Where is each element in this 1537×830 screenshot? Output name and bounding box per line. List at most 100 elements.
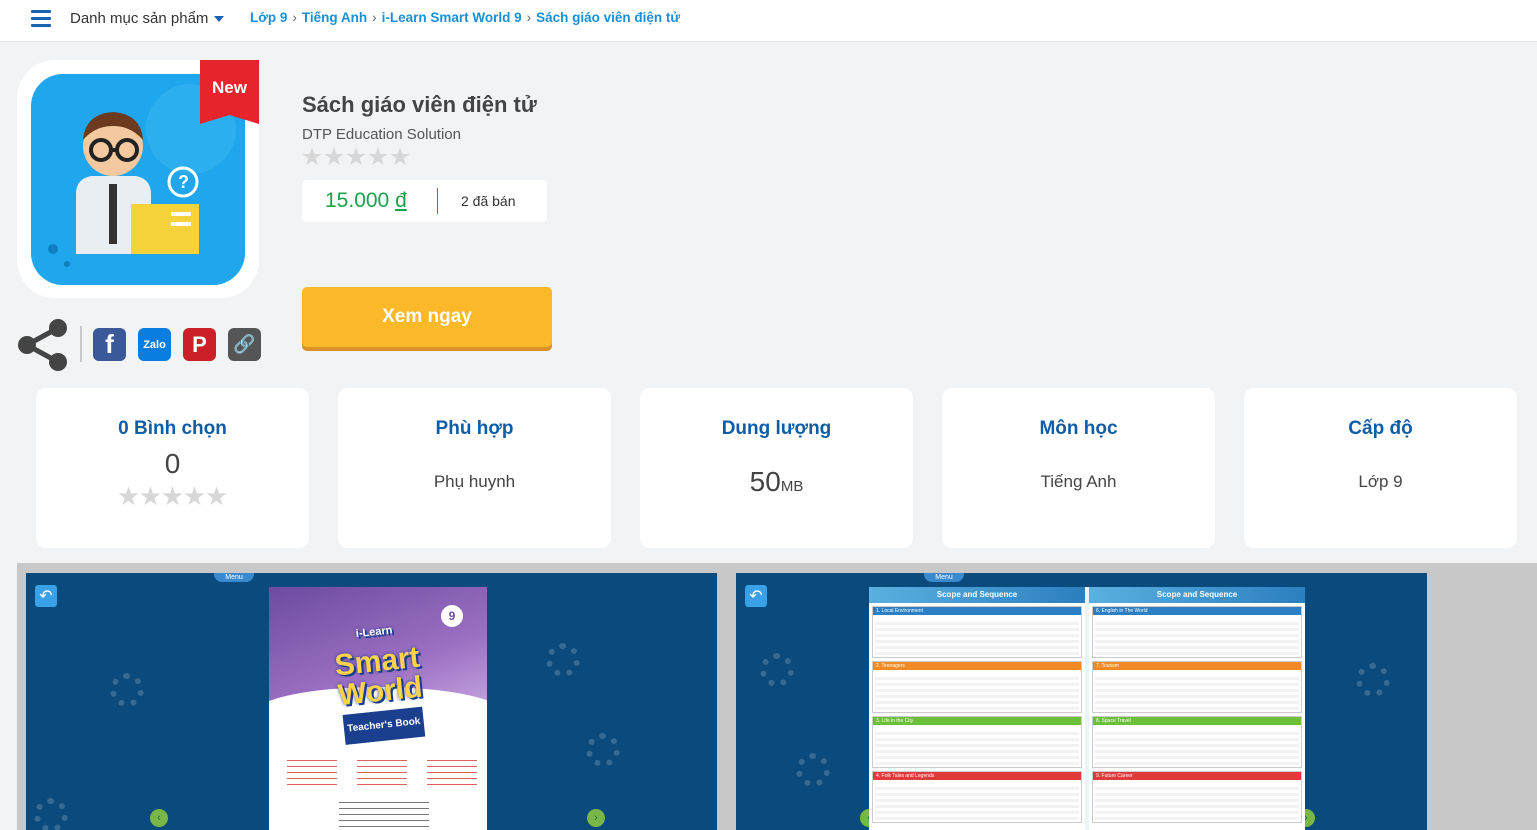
preview-viewer-scope[interactable]: Menu ↶ ‹ › Scope and Sequence 1. Local E…: [736, 573, 1427, 830]
facebook-icon[interactable]: f: [93, 328, 126, 361]
sold-count: 2 đã bán: [461, 193, 516, 209]
decorative-gear-icon: [1356, 663, 1390, 697]
star-icon: [118, 486, 139, 506]
unit-title: 6. English in The World: [1093, 607, 1301, 615]
breadcrumb-subject[interactable]: Tiếng Anh: [302, 10, 367, 25]
stat-size-unit: MB: [780, 478, 804, 495]
unit-title: 9. Future Career: [1093, 772, 1301, 780]
product-rating[interactable]: [302, 147, 410, 167]
unit-title: 7. Tourism: [1093, 662, 1301, 670]
chevron-right-icon: ›: [526, 10, 532, 25]
share-icon[interactable]: [17, 318, 69, 372]
cover-grade-badge: 9: [441, 605, 463, 627]
product-publisher: DTP Education Solution: [302, 126, 461, 143]
stat-level: Cấp độ Lớp 9: [1244, 388, 1517, 548]
decorative-gear-icon: [546, 643, 580, 677]
star-icon[interactable]: [324, 147, 344, 166]
spread-page-left: Scope and Sequence 1. Local Environment …: [869, 587, 1085, 830]
star-icon: [140, 486, 161, 506]
category-menu-label: Danh mục sản phẩm: [70, 10, 209, 27]
unit-title: 8. Space Travel: [1093, 717, 1301, 725]
back-arrow-icon[interactable]: ↶: [745, 585, 767, 607]
unit-block: 3. Life in the City: [872, 716, 1082, 768]
stat-level-label: Cấp độ: [1348, 418, 1413, 439]
unit-block: 8. Space Travel: [1092, 716, 1302, 768]
unit-block: 9. Future Career: [1092, 771, 1302, 823]
spread-heading: Scope and Sequence: [869, 587, 1085, 603]
share-divider: [80, 326, 82, 362]
decorative-gear-icon: [796, 753, 830, 787]
unit-title: 4. Folk Tales and Legends: [873, 772, 1081, 780]
stat-votes-label: 0 Bình chọn: [118, 418, 227, 439]
link-icon[interactable]: 🔗: [228, 328, 261, 361]
unit-title: 2. Teenagers: [873, 662, 1081, 670]
viewer-menu-tab[interactable]: Menu: [924, 573, 964, 582]
back-arrow-icon[interactable]: ↶: [35, 585, 57, 607]
product-title: Sách giáo viên điện tử: [302, 92, 537, 117]
breadcrumb-series[interactable]: i-Learn Smart World 9: [382, 10, 522, 25]
decorative-gear-icon: [34, 798, 68, 830]
unit-title: 1. Local Environment: [873, 607, 1081, 615]
chevron-right-icon: ›: [292, 10, 297, 25]
category-menu-button[interactable]: Danh mục sản phẩm: [70, 10, 225, 27]
stat-votes: 0 Bình chọn 0: [36, 388, 309, 548]
stat-votes-stars: [36, 486, 309, 507]
decorative-gear-icon: [586, 733, 620, 767]
unit-block: 7. Tourism: [1092, 661, 1302, 713]
cover-title: i-Learn Smart World Teacher's Book: [303, 610, 455, 748]
star-icon: [206, 486, 227, 506]
star-icon[interactable]: [390, 147, 410, 166]
star-icon: [184, 486, 205, 506]
scope-sequence-spread: Scope and Sequence 1. Local Environment …: [869, 587, 1305, 830]
stat-suitable: Phù hợp Phụ huynh: [338, 388, 611, 548]
zalo-label: Zalo: [143, 338, 166, 351]
price-currency: đ: [395, 189, 407, 212]
spread-page-right: Scope and Sequence 6. English in The Wor…: [1089, 587, 1305, 830]
previous-page-icon[interactable]: ‹: [150, 809, 168, 827]
viewer-menu-tab[interactable]: Menu: [214, 573, 254, 582]
preview-gallery: Menu ↶ ‹ › 9 i-Learn Smart World Teacher…: [17, 563, 1537, 830]
breadcrumb-current[interactable]: Sách giáo viên điện tử: [536, 10, 680, 25]
new-badge: New: [200, 60, 259, 124]
star-icon: [162, 486, 183, 506]
top-bar: Danh mục sản phẩm Lớp 9 › Tiếng Anh › i-…: [0, 0, 1537, 42]
unit-block: 2. Teenagers: [872, 661, 1082, 713]
unit-block: 4. Folk Tales and Legends: [872, 771, 1082, 823]
price-box: 15.000 đ 2 đã bán: [302, 180, 547, 222]
stat-suitable-value: Phụ huynh: [433, 472, 516, 491]
unit-block: 1. Local Environment: [872, 606, 1082, 658]
breadcrumb: Lớp 9 › Tiếng Anh › i-Learn Smart World …: [250, 10, 680, 25]
stat-size: Dung lượng 50MB: [640, 388, 913, 548]
unit-block: 6. English in The World: [1092, 606, 1302, 658]
stat-size-number: 50: [749, 466, 781, 497]
zalo-icon[interactable]: Zalo: [138, 328, 171, 361]
svg-text:?: ?: [178, 172, 189, 192]
stat-votes-value: 0: [164, 448, 181, 479]
caret-down-icon: [214, 15, 225, 22]
unit-title: 3. Life in the City: [873, 717, 1081, 725]
stat-suitable-label: Phù hợp: [435, 418, 514, 439]
stat-size-value: 50MB: [640, 466, 913, 498]
decorative-gear-icon: [110, 673, 144, 707]
star-icon[interactable]: [302, 147, 322, 166]
chevron-right-icon: ›: [372, 10, 377, 25]
stat-subject: Môn học Tiếng Anh: [942, 388, 1215, 548]
cover-credits: [339, 801, 429, 827]
price-amount: 15.000: [325, 189, 390, 212]
stat-subject-label: Môn học: [1039, 418, 1118, 439]
preview-viewer-cover[interactable]: Menu ↶ ‹ › 9 i-Learn Smart World Teacher…: [26, 573, 717, 830]
pinterest-icon[interactable]: P: [183, 328, 216, 361]
stat-subject-value: Tiếng Anh: [1040, 472, 1117, 491]
view-now-button[interactable]: Xem ngay: [302, 287, 552, 347]
book-cover: 9 i-Learn Smart World Teacher's Book: [269, 587, 487, 830]
hamburger-menu-icon[interactable]: [31, 10, 51, 28]
star-icon[interactable]: [368, 147, 388, 166]
next-page-icon[interactable]: ›: [587, 809, 605, 827]
star-icon[interactable]: [346, 147, 366, 166]
price-divider: [437, 188, 438, 214]
cover-authors: [287, 755, 477, 785]
decorative-gear-icon: [760, 653, 794, 687]
stat-size-label: Dung lượng: [721, 418, 832, 439]
product-price: 15.000 đ: [325, 189, 437, 213]
breadcrumb-grade[interactable]: Lớp 9: [250, 10, 287, 25]
